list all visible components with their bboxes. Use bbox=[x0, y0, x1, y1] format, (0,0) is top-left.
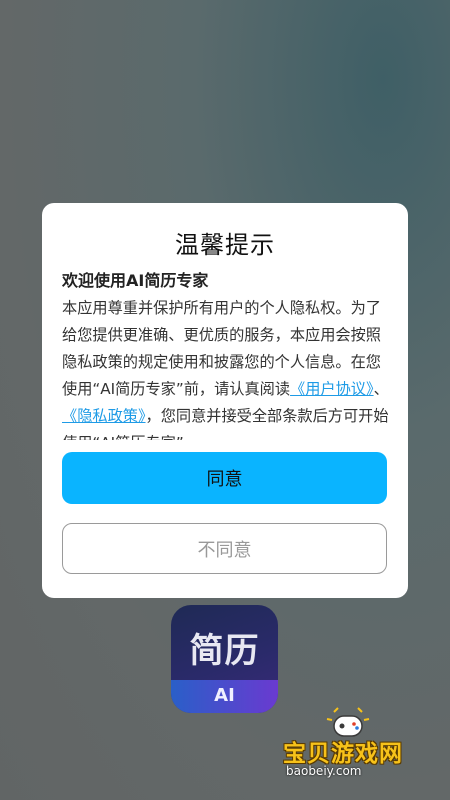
dialog-title: 温馨提示 bbox=[175, 231, 275, 259]
watermark-title: 宝贝游戏网 bbox=[283, 741, 403, 767]
watermark-url: baobeiy.com bbox=[286, 764, 362, 778]
welcome-text: 欢迎使用AI简历专家 bbox=[62, 271, 209, 290]
agree-button[interactable]: 同意 bbox=[62, 452, 387, 504]
user-agreement-link[interactable]: 《用户协议》 bbox=[290, 380, 374, 398]
dialog-body-scroll[interactable]: 本应用尊重并保护所有用户的个人隐私权。为了给您提供更准确、更优质的服务，本应用会… bbox=[62, 295, 394, 440]
privacy-dialog: 温馨提示 欢迎使用AI简历专家 本应用尊重并保护所有用户的个人隐私权。为了给您提… bbox=[42, 203, 408, 598]
disagree-button[interactable]: 不同意 bbox=[62, 523, 387, 574]
privacy-policy-link[interactable]: 《隐私政策》 bbox=[62, 407, 146, 425]
dialog-body-text: 本应用尊重并保护所有用户的个人隐私权。为了给您提供更准确、更优质的服务，本应用会… bbox=[62, 295, 394, 440]
app-icon-badge: AI bbox=[214, 685, 235, 706]
app-icon: 简历 AI bbox=[171, 605, 278, 713]
app-icon-text: 简历 bbox=[189, 631, 260, 671]
watermark: 宝贝游戏网 baobeiy.com bbox=[268, 706, 438, 790]
body-separator: 、 bbox=[373, 380, 389, 398]
